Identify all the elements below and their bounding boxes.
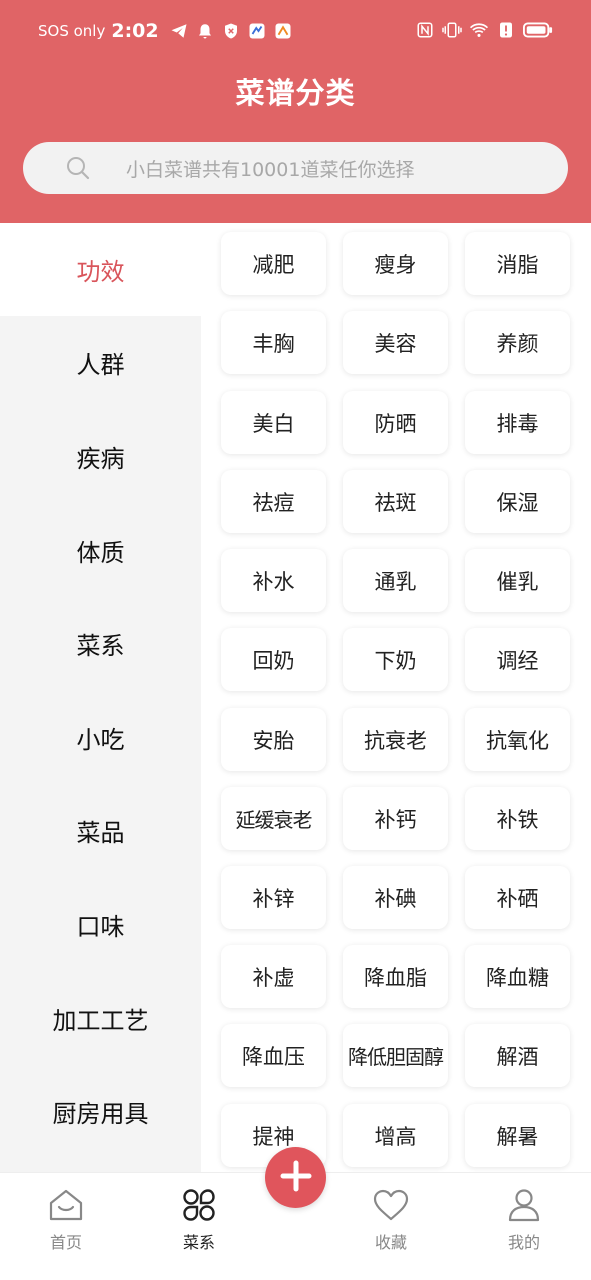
tag-chip[interactable]: 安胎: [221, 708, 326, 771]
search-placeholder: 小白菜谱共有10001道菜任你选择: [126, 159, 415, 181]
tag-chip[interactable]: 美白: [221, 391, 326, 454]
tag-chip[interactable]: 丰胸: [221, 311, 326, 374]
nfc-icon: [415, 20, 435, 40]
header: SOS only 2:02 菜谱分类 小白菜谱共有10001道菜任你选择: [0, 0, 591, 223]
page-title: 菜谱分类: [235, 76, 356, 110]
shield-icon: [221, 21, 241, 41]
tag-chip[interactable]: 瘦身: [343, 232, 448, 295]
heart-icon: [373, 1187, 409, 1223]
plus-icon: [279, 1159, 313, 1197]
tab-home-label: 首页: [49, 1233, 82, 1252]
vibrate-icon: [442, 20, 462, 40]
tag-chip[interactable]: 消脂: [465, 232, 570, 295]
add-recipe-button[interactable]: [265, 1147, 326, 1208]
tag-chip[interactable]: 降血压: [221, 1024, 326, 1087]
search-icon: [65, 155, 91, 181]
tag-chip[interactable]: 保湿: [465, 470, 570, 533]
tag-chip[interactable]: 调经: [465, 628, 570, 691]
tab-favorites[interactable]: 收藏: [341, 1185, 441, 1265]
tag-chip[interactable]: 下奶: [343, 628, 448, 691]
tag-chip[interactable]: 养颜: [465, 311, 570, 374]
tag-grid: 减肥 瘦身 消脂 丰胸 美容 养颜 美白 防晒 排毒 祛痘 祛斑 保湿 补水 通…: [201, 223, 591, 1172]
bottom-tab-bar: 首页 菜系 收藏 我的: [0, 1147, 591, 1280]
tab-recipes-label: 菜系: [182, 1233, 215, 1252]
status-bar: SOS only 2:02: [0, 0, 591, 66]
tag-chip[interactable]: 防晒: [343, 391, 448, 454]
screen: SOS only 2:02 菜谱分类 小白菜谱共有10001道菜任你选择 功效 …: [0, 0, 591, 1280]
tab-favorites-label: 收藏: [374, 1233, 407, 1252]
battery-icon: [523, 20, 553, 40]
tag-chip[interactable]: 回奶: [221, 628, 326, 691]
tab-home[interactable]: 首页: [16, 1185, 116, 1265]
recipe-category-icon: [181, 1187, 217, 1223]
tag-chip[interactable]: 通乳: [343, 549, 448, 612]
sidebar-item-process[interactable]: 加工工艺: [0, 972, 201, 1065]
search-input[interactable]: 小白菜谱共有10001道菜任你选择: [23, 142, 568, 194]
sidebar-item-disease[interactable]: 疾病: [0, 410, 201, 503]
tag-chip[interactable]: 增高: [343, 1104, 448, 1167]
tag-chip[interactable]: 抗氧化: [465, 708, 570, 771]
tag-chip[interactable]: 延缓衰老: [221, 787, 326, 850]
sidebar-item-dish[interactable]: 菜品: [0, 784, 201, 877]
tab-mine-label: 我的: [507, 1233, 540, 1252]
sidebar-item-kitchenware[interactable]: 厨房用具: [0, 1065, 201, 1158]
tag-chip[interactable]: 降血糖: [465, 945, 570, 1008]
status-sos-text: SOS only: [38, 22, 106, 40]
tag-chip[interactable]: 催乳: [465, 549, 570, 612]
bell-icon: [195, 21, 215, 41]
status-time: 2:02: [111, 20, 159, 42]
tag-chip[interactable]: 抗衰老: [343, 708, 448, 771]
sidebar-item-crowd[interactable]: 人群: [0, 316, 201, 409]
sidebar-item-cuisine[interactable]: 菜系: [0, 597, 201, 690]
tag-chip[interactable]: 排毒: [465, 391, 570, 454]
tab-mine[interactable]: 我的: [474, 1185, 574, 1265]
app-notification-icon-2: [273, 21, 293, 41]
tag-chip[interactable]: 降血脂: [343, 945, 448, 1008]
tag-chip[interactable]: 减肥: [221, 232, 326, 295]
home-icon: [48, 1187, 84, 1223]
app-notification-icon: [247, 21, 267, 41]
tag-chip[interactable]: 补锌: [221, 866, 326, 929]
tag-chip[interactable]: 解酒: [465, 1024, 570, 1087]
sidebar-item-constitution[interactable]: 体质: [0, 504, 201, 597]
tag-chip[interactable]: 解暑: [465, 1104, 570, 1167]
tag-chip[interactable]: 补碘: [343, 866, 448, 929]
tag-chip[interactable]: 补水: [221, 549, 326, 612]
tag-chip[interactable]: 祛斑: [343, 470, 448, 533]
tag-chip[interactable]: 降低胆固醇: [343, 1024, 448, 1087]
tab-recipes[interactable]: 菜系: [149, 1185, 249, 1265]
tag-chip[interactable]: 美容: [343, 311, 448, 374]
wifi-icon: [469, 20, 489, 40]
status-left: SOS only 2:02: [38, 20, 293, 42]
sidebar-item-efficacy[interactable]: 功效: [0, 223, 201, 316]
alert-icon: [496, 20, 516, 40]
tag-chip[interactable]: 补铁: [465, 787, 570, 850]
user-icon: [506, 1187, 542, 1223]
tag-chip[interactable]: 补虚: [221, 945, 326, 1008]
status-right: [415, 20, 553, 40]
tag-chip[interactable]: 补硒: [465, 866, 570, 929]
tag-chip[interactable]: 补钙: [343, 787, 448, 850]
sidebar-item-snack[interactable]: 小吃: [0, 691, 201, 784]
tag-chip[interactable]: 祛痘: [221, 470, 326, 533]
category-sidebar: 功效 人群 疾病 体质 菜系 小吃 菜品 口味 加工工艺 厨房用具: [0, 223, 201, 1172]
telegram-icon: [169, 21, 189, 41]
sidebar-item-flavor[interactable]: 口味: [0, 878, 201, 971]
